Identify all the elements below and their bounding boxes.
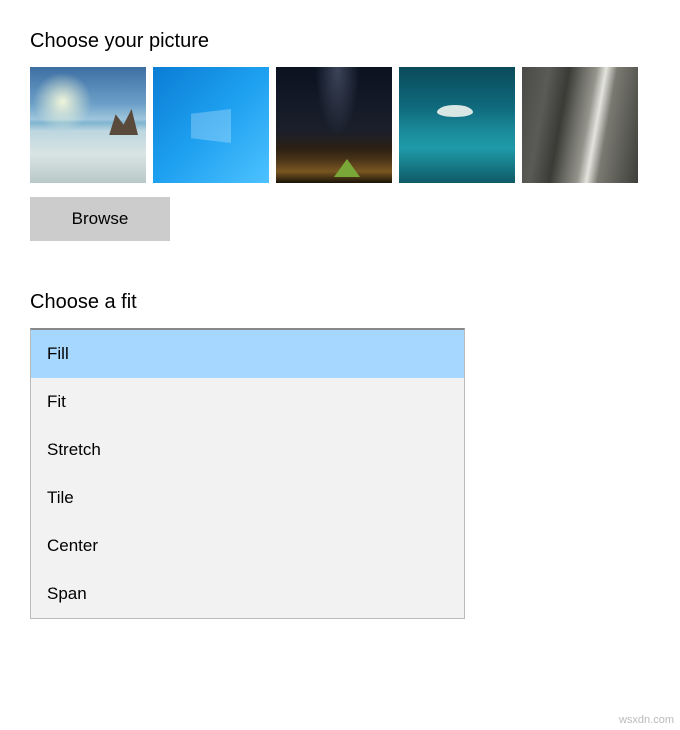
watermark-text: wsxdn.com xyxy=(619,714,674,726)
picture-thumbnail[interactable] xyxy=(30,67,146,183)
browse-button[interactable]: Browse xyxy=(30,197,170,241)
picture-thumbnail[interactable] xyxy=(522,67,638,183)
fit-option-fit[interactable]: Fit xyxy=(31,378,464,426)
picture-thumbnail[interactable] xyxy=(399,67,515,183)
fit-option-stretch[interactable]: Stretch xyxy=(31,426,464,474)
picture-thumbnail-row xyxy=(30,67,650,183)
fit-dropdown[interactable]: Fill Fit Stretch Tile Center Span xyxy=(30,328,465,619)
choose-picture-label: Choose your picture xyxy=(30,30,650,53)
choose-fit-label: Choose a fit xyxy=(30,291,650,314)
fit-option-fill[interactable]: Fill xyxy=(31,330,464,378)
fit-option-center[interactable]: Center xyxy=(31,522,464,570)
fit-option-tile[interactable]: Tile xyxy=(31,474,464,522)
picture-thumbnail[interactable] xyxy=(153,67,269,183)
picture-thumbnail[interactable] xyxy=(276,67,392,183)
fit-option-span[interactable]: Span xyxy=(31,570,464,618)
